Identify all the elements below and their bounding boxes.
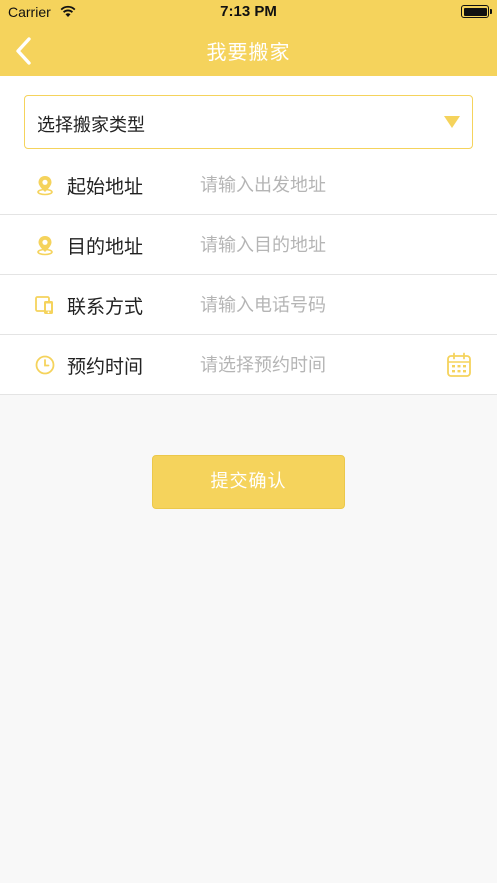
submit-button[interactable]: 提交确认: [152, 455, 345, 509]
form-row-contact: 联系方式: [0, 275, 497, 335]
form-row-destination-address: 目的地址: [0, 215, 497, 275]
contact-label: 联系方式: [67, 296, 144, 318]
caret-down-icon: [444, 116, 460, 128]
form-row-start-address: 起始地址: [0, 155, 497, 215]
location-pin-icon: [37, 236, 53, 256]
destination-address-input[interactable]: [200, 229, 440, 261]
move-type-select[interactable]: 选择搬家类型: [24, 95, 473, 149]
battery-icon: [461, 5, 492, 18]
page-title: 我要搬家: [206, 40, 291, 64]
phone-devices-icon: [35, 296, 53, 314]
location-pin-icon: [37, 176, 53, 196]
move-form: 选择搬家类型 起始地址 目的地址 联系方式: [0, 76, 497, 395]
status-time: 7:13 PM: [220, 3, 277, 20]
calendar-icon[interactable]: [446, 352, 472, 378]
app-header: Carrier 7:13 PM 我要搬家: [0, 0, 497, 76]
phone-input[interactable]: [200, 289, 440, 321]
form-row-appointment-time: 预约时间: [0, 335, 497, 395]
move-type-select-value: 选择搬家类型: [37, 115, 145, 136]
destination-address-label: 目的地址: [67, 236, 144, 258]
start-address-input[interactable]: [200, 169, 440, 201]
appointment-time-label: 预约时间: [67, 356, 144, 378]
appointment-time-input[interactable]: [200, 349, 440, 381]
clock-icon: [35, 355, 55, 375]
status-bar: Carrier 7:13 PM: [0, 0, 497, 24]
start-address-label: 起始地址: [67, 176, 144, 198]
